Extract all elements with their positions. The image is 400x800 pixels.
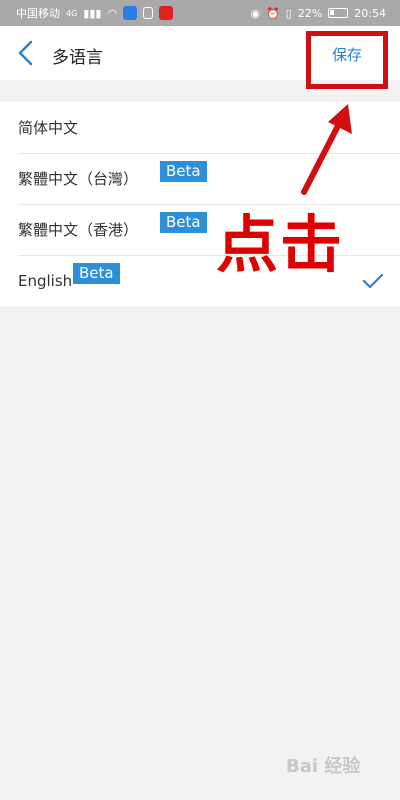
bell-icon xyxy=(143,7,154,19)
clock-time: 20:54 xyxy=(354,6,386,20)
battery-percent: 22% xyxy=(297,6,323,20)
language-label: 繁體中文（香港） xyxy=(18,221,139,239)
alarm-icon: ⏰ xyxy=(266,6,280,20)
beta-badge: Beta xyxy=(160,161,207,182)
signal-icon: ▮▮▮ xyxy=(83,6,102,20)
language-label: English xyxy=(18,271,73,290)
battery-icon xyxy=(328,8,349,18)
beta-badge: Beta xyxy=(160,212,207,233)
language-label: 简体中文 xyxy=(18,119,79,137)
annotation-text: 点击 xyxy=(216,208,345,281)
app-notification-icon xyxy=(123,6,138,20)
wifi-icon: ◠ xyxy=(107,6,118,20)
page-title: 多语言 xyxy=(52,48,103,68)
network-label: 4G xyxy=(66,8,78,18)
status-right: ◉ ⏰ ▯ 22% 20:54 xyxy=(250,7,386,20)
language-label: 繁體中文（台灣） xyxy=(18,170,139,188)
carrier-label: 中国移动 xyxy=(16,7,60,20)
checkmark-icon xyxy=(362,273,384,289)
beta-badge: Beta xyxy=(73,263,120,284)
back-arrow-icon[interactable] xyxy=(16,40,36,66)
annotation-arrow-icon xyxy=(301,104,352,195)
highlight-box xyxy=(306,31,388,89)
eye-icon: ◉ xyxy=(250,6,261,20)
vibrate-icon: ▯ xyxy=(285,6,292,20)
watermark: Bai 经验 xyxy=(286,756,361,777)
news-app-icon xyxy=(159,6,174,20)
status-bar: 中国移动 4G ▮▮▮ ◠ ◉ ⏰ ▯ 22% 20:54 xyxy=(0,0,400,26)
status-left: 中国移动 4G ▮▮▮ ◠ xyxy=(16,5,174,21)
